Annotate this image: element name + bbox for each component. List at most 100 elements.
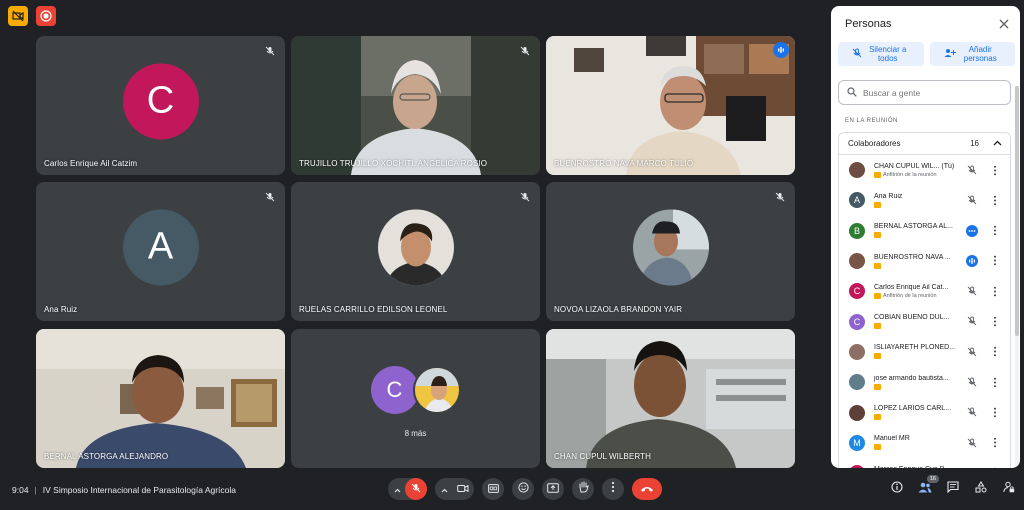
activities-button[interactable] — [972, 478, 990, 500]
more-vert-icon[interactable] — [989, 466, 1001, 468]
more-vert-icon[interactable] — [989, 254, 1001, 268]
participant-name: COBIAN BUENO DUL... — [874, 314, 950, 322]
participant-name: RUELAS CARRILLO EDILSON LEONEL — [299, 305, 448, 314]
chevron-up-icon[interactable] — [394, 480, 401, 498]
participant-tile[interactable]: TRUJILLO TRUJILLO XOCHITL ANGELICA ROSIO — [291, 36, 540, 175]
more-vert-icon[interactable] — [989, 436, 1001, 450]
participant-tile[interactable]: A Ana Ruiz — [36, 182, 285, 321]
reactions-button[interactable] — [512, 478, 534, 500]
participant-tile[interactable]: NOVOA LIZAOLA BRANDON YAIR — [546, 182, 795, 321]
participant-tile-active-speaker[interactable]: BUENROSTRO NAVA MARCO TULIO — [546, 36, 795, 175]
collaborators-group: Colaboradores 16 CHAN CUPUL WIL... (Tú) A… — [838, 132, 1011, 468]
mic-off-icon[interactable] — [965, 163, 979, 177]
participant-role — [874, 262, 956, 269]
chevron-up-icon[interactable] — [993, 139, 1002, 148]
mic-control — [388, 478, 427, 500]
search-box[interactable] — [838, 80, 1011, 105]
close-icon[interactable] — [996, 16, 1012, 32]
participant-name: LOPEZ LARIOS CARL... — [874, 405, 952, 413]
more-vert-icon[interactable] — [989, 375, 1001, 389]
participant-row[interactable]: LOPEZ LARIOS CARL... — [839, 397, 1010, 427]
avatar — [849, 253, 865, 270]
participant-row[interactable]: B BERNAL ASTORGA AL... — [839, 216, 1010, 246]
participant-tile[interactable]: BERNAL ASTORGA ALEJANDRO — [36, 329, 285, 468]
info-icon — [891, 480, 903, 498]
more-options-button[interactable] — [602, 478, 624, 500]
no-video-icon[interactable] — [8, 6, 28, 26]
video-grid: C Carlos Enrique Ail Catzim TRUJILLO TRU… — [36, 36, 796, 468]
mic-off-icon[interactable] — [965, 193, 979, 207]
scrollbar-thumb[interactable] — [1015, 86, 1019, 336]
present-screen-button[interactable] — [542, 478, 564, 500]
mute-all-button[interactable]: Silenciar a todos — [838, 42, 924, 66]
participant-row[interactable]: BUENROSTRO NAVA ... — [839, 246, 1010, 276]
workspace-badge-icon — [874, 232, 881, 239]
microphone-toggle-button[interactable] — [405, 478, 427, 500]
participant-row[interactable]: jose armando bautista... — [839, 367, 1010, 397]
participant-row[interactable]: M Marcos Enrique Cua B... — [839, 458, 1010, 468]
participant-name: BUENROSTRO NAVA ... — [874, 253, 951, 261]
participant-role — [874, 444, 956, 451]
participant-row[interactable]: ISLIAYARETH PLONED... — [839, 337, 1010, 367]
mic-off-icon — [773, 190, 787, 204]
mic-off-icon[interactable] — [965, 405, 979, 419]
more-vert-icon[interactable] — [989, 163, 1001, 177]
mic-off-icon[interactable] — [965, 314, 979, 328]
camera-toggle-button[interactable] — [452, 478, 474, 500]
mute-all-label: Silenciar a todos — [869, 44, 907, 63]
more-vert-icon[interactable] — [989, 314, 1001, 328]
speaking-indicator-icon[interactable] — [965, 254, 979, 268]
panel-scrollbar[interactable] — [1015, 86, 1019, 466]
more-vert-icon[interactable] — [989, 345, 1001, 359]
participant-row[interactable]: C Carlos Enrique Ail Cat... Anfitrión de l… — [839, 276, 1010, 306]
mic-off-icon — [263, 44, 277, 58]
add-people-label: Añadir personas — [963, 44, 997, 63]
raise-hand-button[interactable] — [572, 478, 594, 500]
more-vert-icon[interactable] — [989, 224, 1001, 238]
more-participants-label: 8 más — [404, 429, 427, 438]
participant-name: Carlos Enrique Ail Catzim — [44, 159, 138, 168]
more-vert-icon[interactable] — [989, 284, 1001, 298]
workspace-badge-icon — [874, 201, 881, 208]
avatar — [849, 162, 865, 179]
mic-off-icon[interactable] — [965, 375, 979, 389]
participant-name: BUENROSTRO NAVA MARCO TULIO — [554, 159, 694, 168]
host-controls-button[interactable] — [1000, 478, 1018, 500]
participant-name: TRUJILLO TRUJILLO XOCHITL ANGELICA ROSIO — [299, 159, 488, 168]
group-header[interactable]: Colaboradores 16 — [839, 133, 1010, 155]
leave-call-button[interactable] — [632, 478, 662, 500]
add-person-icon — [944, 48, 957, 60]
recording-icon[interactable] — [36, 6, 56, 26]
avatar — [412, 366, 461, 415]
meeting-details-button[interactable] — [888, 478, 906, 500]
participant-info: BERNAL ASTORGA AL... — [874, 223, 956, 239]
participant-row[interactable]: A Ana Ruiz — [839, 185, 1010, 215]
mic-off-icon[interactable] — [965, 436, 979, 450]
participant-info: COBIAN BUENO DUL... — [874, 314, 956, 330]
mic-off-icon[interactable] — [965, 466, 979, 468]
participant-role — [874, 414, 956, 421]
mic-off-icon[interactable] — [965, 345, 979, 359]
captions-button[interactable] — [482, 478, 504, 500]
chevron-up-icon[interactable] — [441, 480, 448, 498]
mic-off-icon[interactable] — [965, 284, 979, 298]
more-vert-icon[interactable] — [989, 405, 1001, 419]
participant-role — [874, 383, 956, 390]
participant-tile[interactable]: RUELAS CARRILLO EDILSON LEONEL — [291, 182, 540, 321]
mic-off-icon — [518, 44, 532, 58]
participant-count-badge: 16 — [926, 475, 939, 483]
chat-button[interactable] — [944, 478, 962, 500]
people-button[interactable]: 16 — [916, 475, 939, 500]
more-horiz-icon[interactable] — [965, 224, 979, 238]
participant-name: CHAN CUPUL WILBERTH — [554, 452, 652, 461]
hang-up-icon — [640, 480, 654, 498]
participant-row[interactable]: CHAN CUPUL WIL... (Tú) Anfitrión de la re… — [839, 155, 1010, 185]
search-input[interactable] — [863, 87, 1003, 98]
more-vert-icon[interactable] — [989, 193, 1001, 207]
more-participants-tile[interactable]: C 8 más — [291, 329, 540, 468]
participant-tile[interactable]: C Carlos Enrique Ail Catzim — [36, 36, 285, 175]
participant-row[interactable]: C COBIAN BUENO DUL... — [839, 306, 1010, 336]
participant-row[interactable]: M Manuel MR — [839, 428, 1010, 458]
add-people-button[interactable]: Añadir personas — [929, 42, 1015, 66]
participant-tile[interactable]: CHAN CUPUL WILBERTH — [546, 329, 795, 468]
